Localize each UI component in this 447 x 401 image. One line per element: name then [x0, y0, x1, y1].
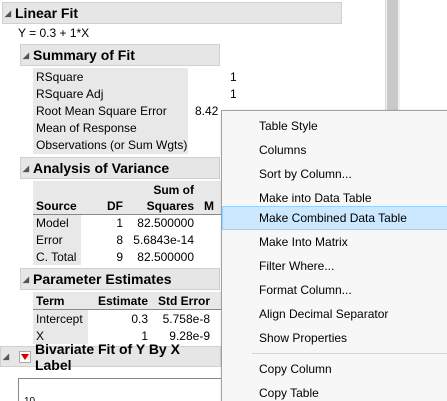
summary-value: 1 [230, 70, 237, 84]
linear-fit-title: Linear Fit [15, 5, 79, 21]
summary-label: RSquare [36, 70, 84, 84]
menu-item-table-style[interactable]: Table Style [222, 114, 447, 138]
parameter-estimates-header[interactable]: ◢ Parameter Estimates [20, 268, 220, 290]
param-col-estimate: Estimate [97, 294, 148, 308]
anova-col-df: DF [107, 199, 123, 213]
summary-value: 8.42 [195, 104, 219, 118]
param-std-error: 5.758e-8 [162, 312, 210, 326]
summary-label: Mean of Response [36, 121, 137, 135]
bivariate-fit-header[interactable]: ◢ Bivariate Fit of Y By X Label [0, 341, 221, 373]
parameter-estimates-title: Parameter Estimates [33, 271, 172, 287]
menu-item-sort-by-column[interactable]: Sort by Column... [222, 162, 447, 186]
param-col-std-error: Std Error [157, 294, 210, 308]
anova-ss: 82.500000 [137, 216, 194, 230]
menu-item-copy-table[interactable]: Copy Table [222, 381, 447, 401]
anova-df: 1 [116, 216, 123, 230]
disclosure-triangle-icon[interactable]: ◢ [21, 51, 31, 60]
analysis-of-variance-header[interactable]: ◢ Analysis of Variance [20, 157, 220, 179]
menu-separator [252, 353, 447, 354]
linear-fit-header[interactable]: ◢ Linear Fit [2, 2, 342, 24]
anova-ss: 5.6843e-14 [133, 233, 194, 247]
red-triangle-menu-icon[interactable] [18, 350, 31, 363]
context-menu: Table Style Columns Sort by Column... Ma… [221, 110, 447, 401]
disclosure-triangle-icon[interactable]: ◢ [21, 275, 31, 284]
menu-item-copy-column[interactable]: Copy Column [222, 357, 447, 381]
scrollbar-thumb[interactable] [387, 0, 398, 110]
axis-tick-label: 10 [24, 396, 35, 401]
menu-item-filter-where[interactable]: Filter Where... [222, 254, 447, 278]
summary-label: Root Mean Square Error [36, 104, 167, 118]
fit-equation: Y = 0.3 + 1*X [18, 26, 90, 40]
anova-source: C. Total [36, 250, 77, 264]
menu-item-make-combined-data-table[interactable]: Make Combined Data Table [222, 206, 447, 230]
menu-item-align-decimal-separator[interactable]: Align Decimal Separator [222, 302, 447, 326]
summary-of-fit-title: Summary of Fit [33, 47, 135, 63]
menu-item-format-column[interactable]: Format Column... [222, 278, 447, 302]
disclosure-triangle-icon[interactable]: ◢ [3, 9, 13, 18]
anova-df: 9 [116, 250, 123, 264]
menu-item-make-into-matrix[interactable]: Make Into Matrix [222, 230, 447, 254]
summary-label: Observations (or Sum Wgts) [36, 138, 188, 152]
param-estimate: 0.3 [131, 312, 148, 326]
anova-source: Error [36, 233, 63, 247]
bivariate-fit-title: Bivariate Fit of Y By X Label [34, 340, 180, 373]
disclosure-triangle-icon[interactable]: ◢ [1, 352, 11, 361]
anova-df: 8 [116, 233, 123, 247]
menu-item-show-properties[interactable]: Show Properties [222, 326, 447, 350]
anova-col-ss-bottom: Squares [146, 199, 194, 213]
menu-item-columns[interactable]: Columns [222, 138, 447, 162]
summary-of-fit-header[interactable]: ◢ Summary of Fit [20, 44, 220, 66]
disclosure-triangle-icon[interactable]: ◢ [21, 164, 31, 173]
anova-source: Model [36, 216, 69, 230]
anova-col-ss-top: Sum of [153, 183, 194, 197]
anova-col-ms: M [204, 199, 214, 213]
anova-col-source: Source [36, 199, 77, 213]
param-term: Intercept [36, 312, 83, 326]
summary-label: RSquare Adj [36, 87, 104, 101]
plot-frame [18, 378, 221, 401]
analysis-of-variance-title: Analysis of Variance [33, 160, 170, 176]
summary-value: 1 [230, 87, 237, 101]
anova-ss: 82.500000 [137, 250, 194, 264]
param-col-term: Term [36, 294, 65, 308]
